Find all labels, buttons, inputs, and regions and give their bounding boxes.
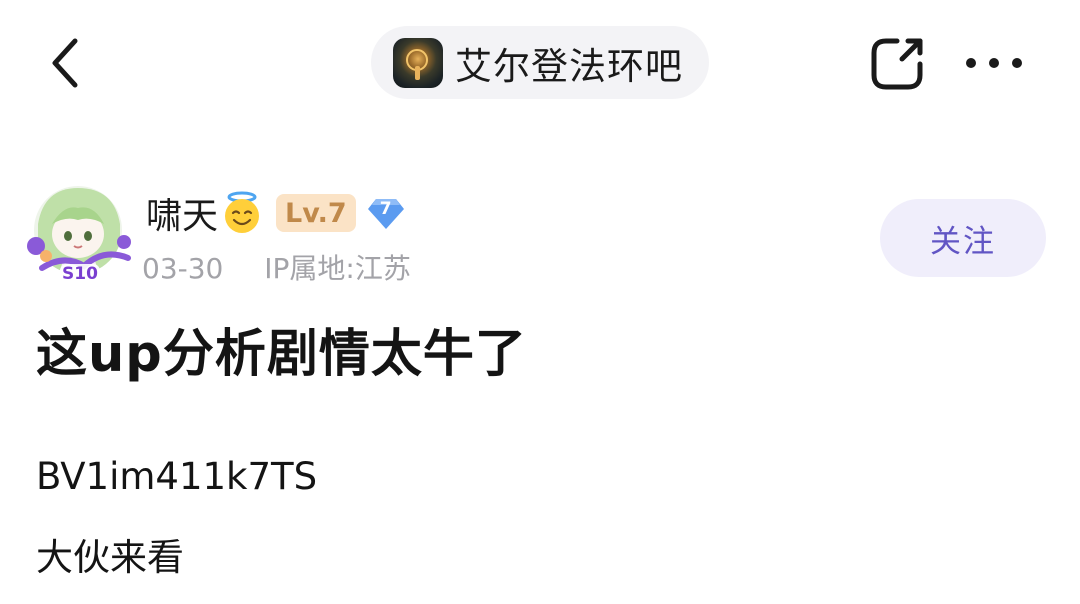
post-title: 这up分析剧情太牛了 [36,325,527,384]
more-dots-icon [966,58,1022,68]
forum-avatar [393,37,443,88]
diamond-level-text: 7 [379,199,392,219]
ip-location: IP属地:江苏 [264,252,411,285]
level-badge: Lv.7 [276,194,356,232]
edit-share-button[interactable] [866,33,928,95]
author-name-row: 啸天 Lv.7 7 [146,188,406,238]
follow-button[interactable]: 关注 [880,199,1046,277]
post-body-line[interactable]: BV1im411k7TS [36,455,317,498]
chevron-left-icon [52,38,78,88]
post-body-line: 大伙来看 [36,536,184,579]
back-button[interactable] [40,34,90,92]
post-date: 03-30 [142,252,224,285]
avatar-badge-text: S10 [62,264,98,284]
author-name[interactable]: 啸天 [146,187,218,239]
diamond-level-badge: 7 [366,193,406,233]
author-avatar[interactable]: S10 [24,184,136,284]
post-meta-row: 03-30 IP属地:江苏 [142,247,411,287]
smiling-face-with-halo-icon [225,191,260,233]
more-button[interactable] [962,40,1026,86]
forum-name: 艾尔登法环吧 [455,44,683,88]
top-nav-bar: 艾尔登法环吧 [0,0,1080,125]
forum-chip[interactable]: 艾尔登法环吧 [371,26,709,99]
edit-share-icon [871,38,923,90]
